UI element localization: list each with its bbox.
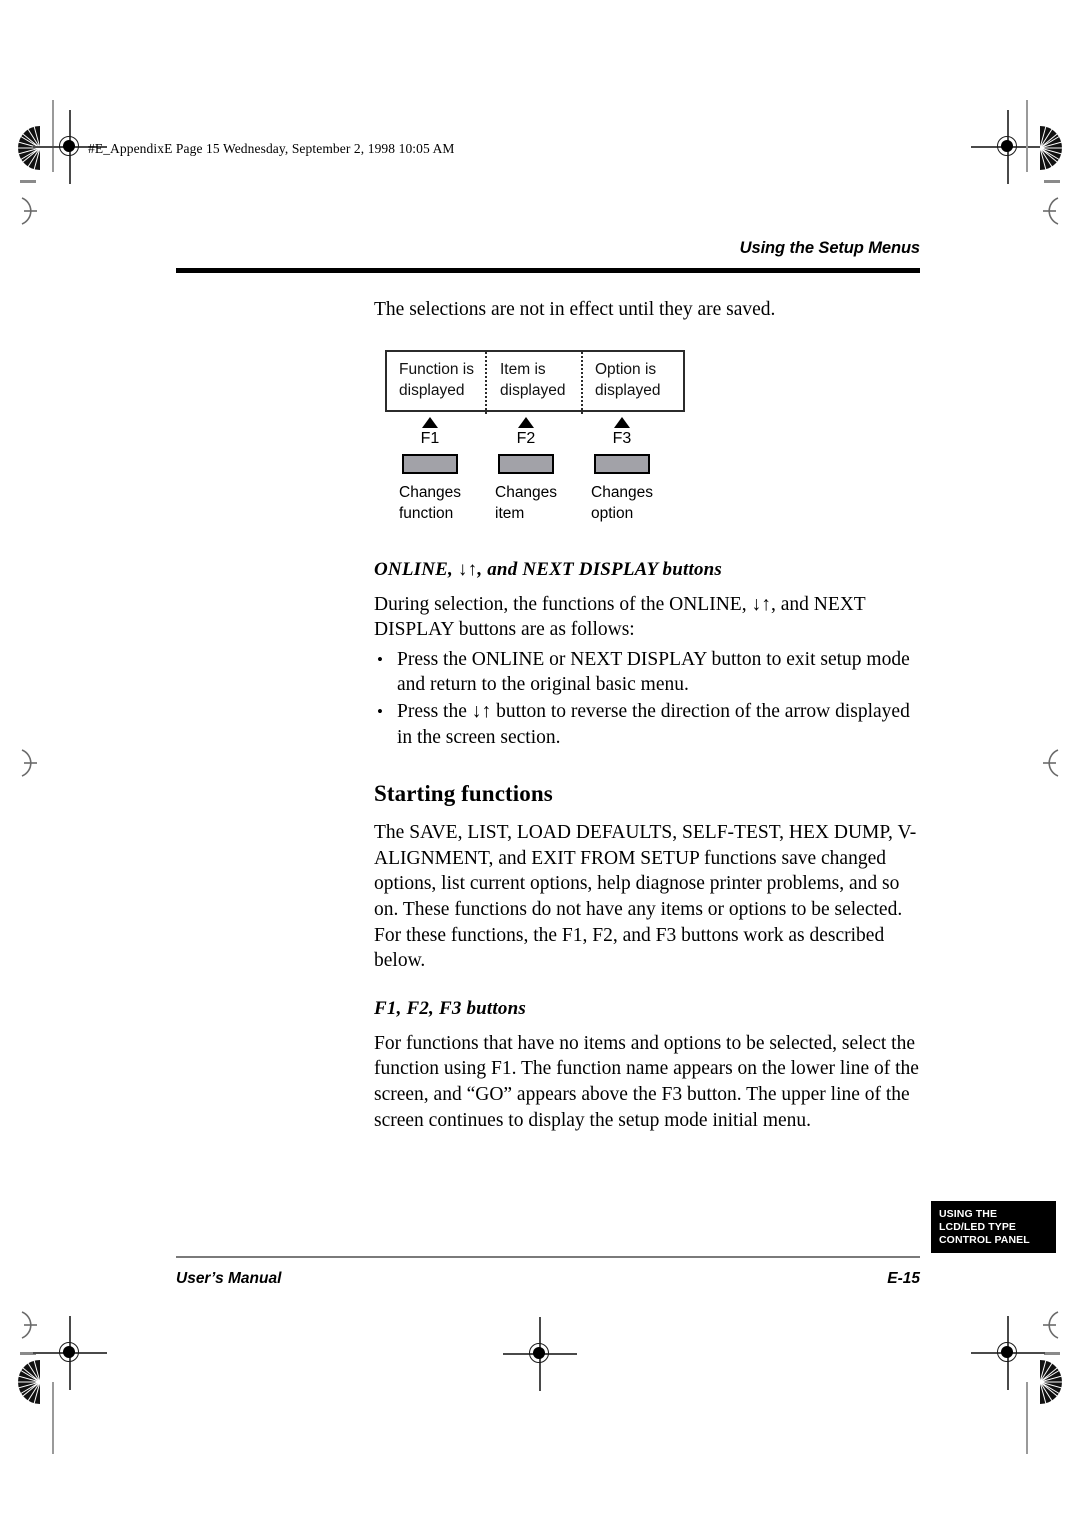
dash-mark-bottom-left	[20, 1352, 36, 1355]
f1-caption: Changes function	[399, 484, 462, 522]
starburst-mark-top-left	[18, 126, 40, 170]
subheading-online-buttons: ONLINE, ↓↑, and NEXT DISPLAY buttons	[374, 558, 723, 580]
section2-paragraph: The SAVE, LIST, LOAD DEFAULTS, SELF-TEST…	[374, 822, 917, 972]
dash-mark-top-left	[20, 180, 36, 183]
arrow-row	[385, 412, 685, 430]
starburst-mark-bottom-left	[18, 1360, 40, 1404]
list-item: Press the ONLINE or NEXT DISPLAY button …	[374, 647, 922, 698]
arc-mark-top-right	[1042, 196, 1064, 226]
footer-rule	[176, 1256, 920, 1258]
trim-line-left-bottom	[52, 1382, 54, 1454]
up-triangle-icon	[614, 417, 630, 428]
trim-line-right-top	[1026, 100, 1028, 172]
subheading-f-buttons: F1, F2, F3 buttons	[374, 997, 526, 1019]
f2-caption: Changes item	[495, 484, 558, 522]
section1-bullet-list: Press the ONLINE or NEXT DISPLAY button …	[374, 647, 922, 750]
starburst-mark-bottom-right	[1040, 1360, 1062, 1404]
arc-mark-top-left	[16, 196, 38, 226]
intro-paragraph: The selections are not in effect until t…	[374, 299, 776, 320]
thumb-tab-line-2: LCD/LED TYPE	[939, 1221, 1017, 1233]
arc-mark-bottom-left	[16, 1310, 38, 1340]
registration-target-top-left	[33, 110, 107, 184]
thumb-tab-line-3: CONTROL PANEL	[939, 1234, 1030, 1246]
running-head: Using the Setup Menus	[739, 239, 920, 257]
button-row	[385, 454, 685, 482]
section3-paragraph: For functions that have no items and opt…	[374, 1032, 919, 1131]
section1-paragraph: During selection, the functions of the O…	[374, 593, 866, 641]
screen-cell-option: Option is displayed	[595, 361, 661, 399]
up-triangle-icon	[422, 417, 438, 428]
button-caption-row: Changes function Changes item Changes op…	[385, 482, 685, 528]
arc-mark-middle-right	[1042, 748, 1064, 778]
f3-caption: Changes option	[591, 484, 654, 522]
registration-target-bottom-right	[971, 1316, 1045, 1390]
arc-mark-bottom-right	[1042, 1310, 1064, 1340]
f2-button[interactable]	[498, 454, 554, 474]
page-number: E-15	[887, 1270, 920, 1287]
f3-button[interactable]	[594, 454, 650, 474]
screen-cell-function: Function is displayed	[399, 361, 474, 399]
screen-cell-item: Item is displayed	[500, 361, 566, 399]
control-panel-figure: Function is displayed Item is displayed …	[385, 350, 685, 528]
arc-mark-middle-left	[16, 748, 38, 778]
f1-button[interactable]	[402, 454, 458, 474]
registration-target-bottom-left	[33, 1316, 107, 1390]
up-triangle-icon	[518, 417, 534, 428]
file-stamp: #E_AppendixE Page 15 Wednesday, Septembe…	[88, 141, 455, 156]
f1-label: F1	[420, 430, 440, 447]
trim-line-right-bottom	[1026, 1382, 1028, 1454]
heading-starting-functions: Starting functions	[374, 781, 553, 807]
list-item: Press the ↓↑ button to reverse the direc…	[374, 699, 922, 750]
registration-target-bottom-center	[503, 1317, 577, 1391]
thumb-tab: USING THE LCD/LED TYPE CONTROL PANEL	[931, 1201, 1056, 1253]
thumb-tab-line-1: USING THE	[939, 1208, 998, 1220]
trim-line-left-top	[52, 100, 54, 172]
screen-divider-2	[581, 352, 583, 414]
f-label-row: F1 F2 F3	[385, 430, 685, 454]
dash-mark-bottom-right	[1044, 1352, 1060, 1355]
footer-left-label: User’s Manual	[176, 1270, 282, 1287]
f3-label: F3	[612, 430, 632, 447]
screen-divider-1	[485, 352, 487, 414]
header-rule	[176, 268, 920, 273]
registration-target-top-right	[971, 110, 1045, 184]
f2-label: F2	[516, 430, 536, 447]
starburst-mark-top-right	[1040, 126, 1062, 170]
dash-mark-top-right	[1044, 180, 1060, 183]
lcd-screen-box: Function is displayed Item is displayed …	[385, 350, 685, 414]
